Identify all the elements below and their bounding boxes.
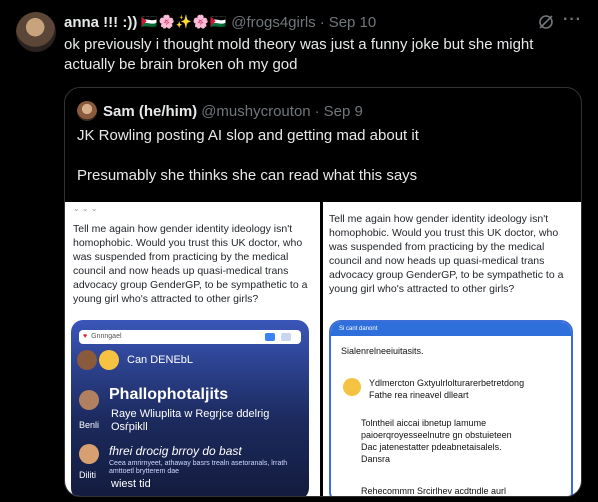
phone-line: Dansra [361, 454, 391, 464]
tweet-text: ok previously i thought mold theory was … [64, 36, 534, 73]
emoji-face-icon [99, 350, 119, 370]
person-icon [79, 390, 99, 410]
phone-line: Fathe rea rineavel dlleart [369, 390, 469, 400]
phone-line: Tolntheil aiccai ibnetup lamume [361, 418, 487, 428]
image-tweet-text: Tell me again how gender identity ideolo… [329, 213, 564, 295]
phone-label: Diliti [79, 470, 96, 480]
name-emoji: 🇵🇸🌸✨🌸🇵🇸 [141, 14, 228, 29]
phone-line: fhrei drocig brroy do bast [109, 444, 242, 458]
grok-icon[interactable] [537, 13, 555, 31]
phone-search-text: Gnnngael [91, 333, 122, 340]
phone-search-bar: ♥ Gnnngael [79, 330, 301, 344]
phone-screenshot: Si cant danont Sialenrelneeiuitasits. Yd… [329, 320, 573, 496]
emoji-face-icon [343, 378, 361, 396]
phone-line: Dac jatenestatter pdeabnetaisalels. [361, 442, 502, 452]
quote-avatar[interactable] [77, 101, 97, 121]
quote-handle[interactable]: @mushycrouton [201, 103, 310, 120]
person-icon [77, 350, 97, 370]
quote-text-line-1: JK Rowling posting AI slop and getting m… [77, 127, 419, 144]
phone-row: Can DENEbL [77, 350, 193, 370]
person-icon [79, 444, 99, 464]
quote-display-name[interactable]: Sam (he/him) [103, 103, 197, 120]
quote-header: Sam (he/him) @mushycrouton · Sep 9 [103, 101, 363, 121]
quote-text: JK Rowling posting AI slop and getting m… [77, 126, 567, 186]
avatar[interactable] [16, 12, 56, 52]
user-handle[interactable]: @frogs4girls [231, 14, 315, 31]
quote-separator: · [314, 102, 320, 120]
phone-row: Sialenrelneeiuitasits. [341, 346, 424, 356]
phone-line: paioerqroyesseelnutre gn obstuieteen [361, 430, 512, 440]
phone-button-icon [281, 333, 291, 341]
phone-line: Ydlmercton Gxtyulrlolturarerbetretdong [369, 378, 525, 388]
phone-label: Benli [79, 420, 100, 430]
phone-subtitle: Raye Wliuplita w Regrjce ddelrig Osŕpikl… [111, 408, 270, 433]
quote-tweet[interactable]: Sam (he/him) @mushycrouton · Sep 9 JK Ro… [64, 87, 582, 497]
heart-icon: ♥ [83, 333, 88, 340]
display-name[interactable]: anna !!! :)) [64, 14, 137, 31]
quote-date[interactable]: Sep 9 [324, 103, 363, 120]
phone-button-icon [265, 333, 275, 341]
phone-header-bar: Si cant danont [331, 322, 571, 336]
tweet: anna !!! :)) 🇵🇸🌸✨🌸🇵🇸 @frogs4girls · Sep … [0, 0, 598, 502]
phone-screenshot: ♥ Gnnngael Can DENEbL Phallophotaljits Ra… [71, 320, 309, 496]
tweet-header: anna !!! :)) 🇵🇸🌸✨🌸🇵🇸 @frogs4girls · Sep … [64, 12, 376, 32]
quote-text-line-2: Presumably she thinks she can read what … [77, 167, 418, 184]
quote-image-right[interactable]: Tell me again how gender identity ideolo… [323, 202, 581, 496]
phone-last-line: wiest tid [111, 478, 151, 490]
more-options-button[interactable]: ··· [563, 11, 582, 29]
phone-small-text: Ceea amrirnyeet, athaway basrs trealn as… [109, 460, 288, 475]
phone-title: Phallophotaljits [109, 386, 229, 403]
quote-image-left[interactable]: ⌄ ⌄ ⌄ Tell me again how gender identity … [65, 202, 320, 496]
image-tweet-text: Tell me again how gender identity ideolo… [73, 223, 308, 305]
image-top-crumb: ⌄ ⌄ ⌄ [73, 204, 98, 213]
post-date[interactable]: Sep 10 [329, 14, 377, 31]
phone-line: Rehecommm Srcirlhev acdtndle aurl [361, 486, 507, 496]
separator: · [319, 13, 325, 31]
phone-row-label: Can DENEbL [127, 354, 194, 366]
